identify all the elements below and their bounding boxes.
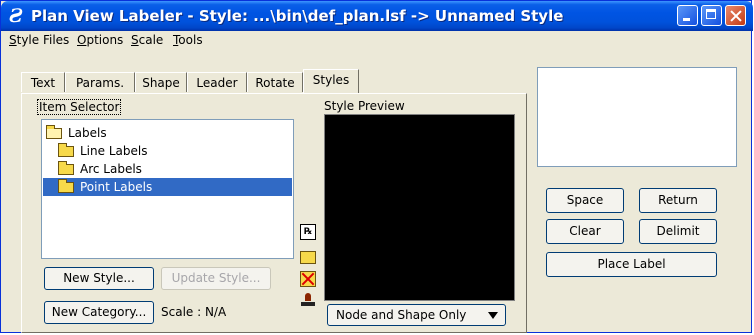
window-title: Plan View Labeler - Style: ...\bin\def_p… xyxy=(31,7,564,25)
tree-item-label: Point Labels xyxy=(80,180,153,194)
space-button[interactable]: Space xyxy=(546,188,624,213)
menu-options[interactable]: Options xyxy=(77,33,123,47)
new-style-button[interactable]: New Style... xyxy=(44,267,154,290)
menu-scale[interactable]: Scale xyxy=(131,33,163,47)
tree-item-labels[interactable]: Labels xyxy=(46,124,290,142)
plan-view-labeler-icon: Ƨ xyxy=(9,5,23,27)
menu-style-files[interactable]: Style Files xyxy=(9,33,69,47)
new-category-button[interactable]: New Category... xyxy=(44,301,154,324)
tree-item-point-labels[interactable]: Point Labels xyxy=(43,178,292,196)
folder-icon xyxy=(58,179,74,193)
tree-item-arc-labels[interactable]: Arc Labels xyxy=(46,160,290,178)
tree-item-label: Arc Labels xyxy=(80,162,142,176)
tab-shape[interactable]: Shape xyxy=(135,72,187,92)
minimize-button[interactable] xyxy=(677,5,698,26)
maximize-button[interactable] xyxy=(701,5,722,26)
tab-styles[interactable]: Styles xyxy=(303,69,359,93)
stamp-icon[interactable] xyxy=(300,292,316,308)
title-bar[interactable]: Ƨ Plan View Labeler - Style: ...\bin\def… xyxy=(1,1,753,31)
update-style-button[interactable]: Update Style... xyxy=(161,267,271,290)
style-preview-canvas xyxy=(324,114,515,301)
label-text-box[interactable] xyxy=(537,67,737,167)
properties-icon[interactable]: ℞ xyxy=(300,224,316,240)
place-label-button[interactable]: Place Label xyxy=(546,252,717,277)
tab-text[interactable]: Text xyxy=(21,72,65,92)
plan-view-labeler-window: Ƨ Plan View Labeler - Style: ...\bin\def… xyxy=(0,0,753,333)
return-button[interactable]: Return xyxy=(639,188,717,213)
tree-item-line-labels[interactable]: Line Labels xyxy=(46,142,290,160)
folder-icon xyxy=(58,161,74,175)
menu-bar: Style Files Options Scale Tools xyxy=(1,31,753,51)
shape-option-dropdown[interactable]: Node and Shape Only xyxy=(327,304,506,326)
dropdown-arrow-icon xyxy=(488,312,498,319)
delete-folder-icon[interactable] xyxy=(300,271,316,287)
tree-item-label: Labels xyxy=(68,126,107,140)
menu-tools[interactable]: Tools xyxy=(173,33,203,47)
clear-button[interactable]: Clear xyxy=(546,219,624,244)
scale-text: Scale : N/A xyxy=(161,305,227,319)
style-preview-label: Style Preview xyxy=(324,99,405,113)
folder-icon[interactable] xyxy=(300,251,316,264)
tab-params[interactable]: Params. xyxy=(65,72,135,92)
tab-leader[interactable]: Leader xyxy=(187,72,247,92)
item-selector-label: Item Selector xyxy=(37,99,122,115)
folder-icon xyxy=(58,143,74,157)
delimit-button[interactable]: Delimit xyxy=(639,219,717,244)
item-selector-tree[interactable]: Labels Line Labels Arc Labels Point Labe… xyxy=(41,119,294,259)
shape-option-value: Node and Shape Only xyxy=(336,308,467,322)
close-button[interactable] xyxy=(725,5,746,26)
tree-item-label: Line Labels xyxy=(80,144,148,158)
folder-open-icon xyxy=(46,125,62,139)
tab-rotate[interactable]: Rotate xyxy=(247,72,303,92)
